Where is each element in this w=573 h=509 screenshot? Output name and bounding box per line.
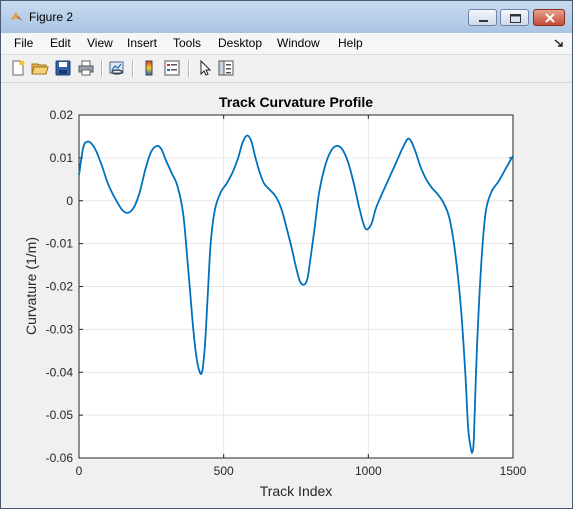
title-bar[interactable]: Figure 2 xyxy=(1,1,572,34)
print-icon[interactable] xyxy=(77,59,95,77)
y-tick-labels: 0.02 0.01 0 -0.01 -0.02 -0.03 -0.04 -0.05 -0.06 xyxy=(46,108,74,465)
menu-desktop[interactable]: Desktop xyxy=(218,36,262,50)
y-tick-label: 0.02 xyxy=(50,108,74,122)
close-icon xyxy=(545,13,555,23)
x-tick-labels: 0 500 1000 1500 xyxy=(76,464,527,478)
figure-toolbar xyxy=(1,55,572,83)
y-tick-label: -0.01 xyxy=(46,237,74,251)
menu-window[interactable]: Window xyxy=(277,36,320,50)
minimize-button[interactable] xyxy=(468,9,497,26)
y-axis-label: Curvature (1/m) xyxy=(23,237,39,335)
menu-bar: File Edit View Insert Tools Desktop Wind… xyxy=(1,33,572,55)
menu-file[interactable]: File xyxy=(14,36,33,50)
x-tick-label: 1500 xyxy=(500,464,527,478)
maximize-button[interactable] xyxy=(500,9,529,26)
property-inspector-icon[interactable] xyxy=(217,59,235,77)
x-tick-label: 0 xyxy=(76,464,83,478)
menu-tools[interactable]: Tools xyxy=(173,36,201,50)
open-file-icon[interactable] xyxy=(31,59,49,77)
y-tick-label: -0.05 xyxy=(46,408,74,422)
menu-insert[interactable]: Insert xyxy=(127,36,157,50)
menu-help[interactable]: Help xyxy=(338,36,363,50)
colorbar-icon[interactable] xyxy=(140,59,158,77)
maximize-icon xyxy=(510,14,521,23)
new-figure-icon[interactable] xyxy=(9,59,27,77)
link-plot-icon[interactable] xyxy=(108,59,126,77)
y-tick-label: -0.06 xyxy=(46,451,74,465)
window-title: Figure 2 xyxy=(29,10,74,24)
close-button[interactable] xyxy=(533,9,565,26)
pointer-icon[interactable] xyxy=(196,59,214,77)
legend-icon[interactable] xyxy=(163,59,181,77)
y-tick-label: 0.01 xyxy=(50,151,74,165)
toolbar-dock-arrow-icon[interactable] xyxy=(553,37,565,49)
toolbar-separator xyxy=(101,60,103,77)
save-icon[interactable] xyxy=(54,59,72,77)
curvature-chart[interactable]: 0.020.010-0.01-0.02-0.03-0.04-0.05-0.06 … xyxy=(0,82,573,507)
toolbar-separator xyxy=(188,60,190,77)
x-tick-label: 1000 xyxy=(355,464,382,478)
x-axis-label: Track Index xyxy=(260,483,333,499)
minimize-icon xyxy=(479,20,488,22)
menu-view[interactable]: View xyxy=(87,36,113,50)
y-tick-label: -0.03 xyxy=(46,322,74,336)
y-tick-label: 0 xyxy=(66,194,73,208)
menu-edit[interactable]: Edit xyxy=(50,36,71,50)
toolbar-separator xyxy=(132,60,134,77)
chart-title: Track Curvature Profile xyxy=(219,94,373,110)
y-tick-label: -0.04 xyxy=(46,365,74,379)
matlab-logo-icon xyxy=(11,12,23,21)
x-tick-label: 500 xyxy=(214,464,234,478)
y-tick-label: -0.02 xyxy=(46,280,74,294)
